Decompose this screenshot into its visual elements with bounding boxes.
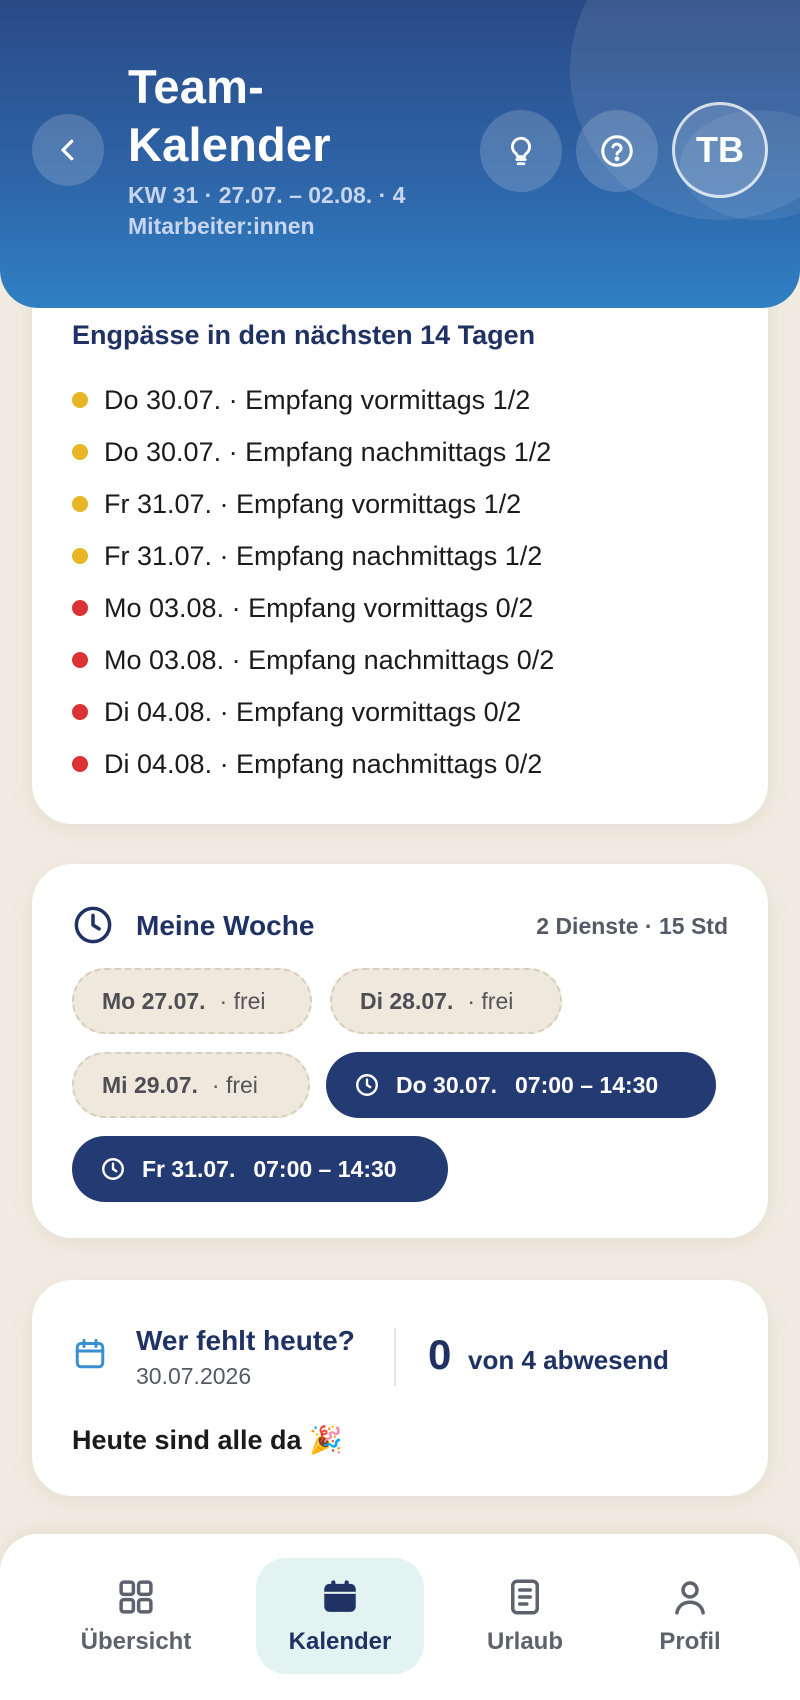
bottom-nav: Übersicht Kalender Urlaub Profil xyxy=(0,1534,800,1700)
shortages-list: Do 30.07. · Empfang vormittags 1/2 Do 30… xyxy=(72,374,554,790)
nav-item-kalender[interactable]: Kalender xyxy=(256,1558,424,1674)
chevron-left-icon xyxy=(61,139,74,161)
page-subtitle: KW 31 · 27.07. – 02.08. · 4 Mitarbeiter:… xyxy=(128,182,406,239)
my-week-summary: 2 Dienste · 15 Std xyxy=(536,913,728,939)
absent-title: Wer fehlt heute? xyxy=(136,1325,355,1356)
header-titles: Team-Kalender KW 31 · 27.07. – 02.08. · … xyxy=(128,58,458,242)
help-button[interactable] xyxy=(576,110,658,192)
chip-time: 07:00 – 14:30 xyxy=(253,1155,397,1182)
shortage-text: Do 30.07. · Empfang vormittags 1/2 xyxy=(104,384,531,415)
chip-day: Do 30.07. xyxy=(396,1071,497,1098)
document-icon xyxy=(511,1579,539,1615)
critical-dot xyxy=(72,600,88,616)
app-header: Team-Kalender KW 31 · 27.07. – 02.08. · … xyxy=(0,0,800,308)
nav-item-uebersicht[interactable]: Übersicht xyxy=(66,1558,206,1674)
day-chip-free[interactable]: Mo 27.07. · frei xyxy=(72,968,312,1034)
shortages-card: Engpässe in den nächsten 14 Tagen Do 30.… xyxy=(32,270,768,824)
clock-icon xyxy=(74,906,112,944)
chip-time: 07:00 – 14:30 xyxy=(515,1071,659,1098)
critical-dot xyxy=(72,652,88,668)
list-item: Di 04.08. · Empfang nachmittags 0/2 xyxy=(72,738,554,790)
chip-detail: · frei xyxy=(211,1071,258,1098)
calendar-icon xyxy=(75,1339,105,1369)
absent-message: Heute sind alle da 🎉 xyxy=(72,1425,343,1455)
nav-label: Übersicht xyxy=(80,1628,192,1655)
absent-count: 0 xyxy=(428,1331,452,1378)
my-week-title: Meine Woche xyxy=(136,910,315,941)
grid-icon xyxy=(119,1580,153,1614)
day-chip-shift[interactable]: Do 30.07. 07:00 – 14:30 xyxy=(326,1052,716,1118)
shortage-text: Mo 03.08. · Empfang nachmittags 0/2 xyxy=(104,644,555,675)
shortages-title: Engpässe in den nächsten 14 Tagen xyxy=(72,320,536,350)
avatar[interactable]: TB xyxy=(672,102,768,198)
nav-label: Urlaub xyxy=(486,1628,563,1655)
shortage-text: Mo 03.08. · Empfang vormittags 0/2 xyxy=(104,592,534,623)
chip-detail: · frei xyxy=(467,987,514,1014)
chip-day: Fr 31.07. xyxy=(142,1155,236,1182)
user-icon xyxy=(675,1581,705,1615)
list-item: Di 04.08. · Empfang vormittags 0/2 xyxy=(72,686,554,738)
nav-label: Kalender xyxy=(288,1628,392,1655)
list-item: Mo 03.08. · Empfang nachmittags 0/2 xyxy=(72,634,554,686)
list-item: Mo 03.08. · Empfang vormittags 0/2 xyxy=(72,582,554,634)
absent-of-label: von 4 abwesend xyxy=(468,1345,669,1375)
list-item: Fr 31.07. · Empfang vormittags 1/2 xyxy=(72,478,554,530)
warning-dot xyxy=(72,496,88,512)
list-item: Do 30.07. · Empfang vormittags 1/2 xyxy=(72,374,554,426)
day-chip-shift[interactable]: Fr 31.07. 07:00 – 14:30 xyxy=(72,1136,448,1202)
shortage-text: Di 04.08. · Empfang nachmittags 0/2 xyxy=(104,748,543,779)
nav-item-urlaub[interactable]: Urlaub xyxy=(472,1558,578,1674)
list-item: Fr 31.07. · Empfang nachmittags 1/2 xyxy=(72,530,554,582)
shortage-text: Di 04.08. · Empfang vormittags 0/2 xyxy=(104,696,522,727)
chip-detail: · frei xyxy=(219,987,266,1014)
absent-date: 30.07.2026 xyxy=(136,1363,252,1389)
nav-item-profil[interactable]: Profil xyxy=(640,1558,740,1674)
warning-dot xyxy=(72,548,88,564)
page-title: Team-Kalender xyxy=(128,60,331,171)
lightbulb-icon xyxy=(511,136,531,166)
nav-label: Profil xyxy=(659,1628,721,1655)
day-chip-free[interactable]: Mi 29.07. · frei xyxy=(72,1052,310,1118)
chip-day: Di 28.07. xyxy=(360,987,454,1014)
critical-dot xyxy=(72,704,88,720)
calendar-icon xyxy=(324,1580,356,1612)
warning-dot xyxy=(72,392,88,408)
list-item: Do 30.07. · Empfang nachmittags 1/2 xyxy=(72,426,554,478)
page: Team-Kalender KW 31 · 27.07. – 02.08. · … xyxy=(0,0,800,1700)
absent-today-card: Wer fehlt heute? 30.07.2026 0 von 4 abwe… xyxy=(32,1280,768,1496)
critical-dot xyxy=(72,756,88,772)
my-week-card: Meine Woche 2 Dienste · 15 Std Mo 27.07.… xyxy=(32,864,768,1238)
warning-dot xyxy=(72,444,88,460)
clock-icon xyxy=(102,1158,124,1180)
day-chip-free[interactable]: Di 28.07. · frei xyxy=(330,968,562,1034)
tips-button[interactable] xyxy=(480,110,562,192)
divider xyxy=(394,1328,396,1386)
chip-day: Mi 29.07. xyxy=(102,1071,198,1098)
help-icon xyxy=(601,135,633,167)
back-button[interactable] xyxy=(32,114,104,186)
clock-icon xyxy=(356,1074,378,1096)
shortage-text: Do 30.07. · Empfang nachmittags 1/2 xyxy=(104,436,552,467)
shortage-text: Fr 31.07. · Empfang vormittags 1/2 xyxy=(104,488,522,519)
shortage-text: Fr 31.07. · Empfang nachmittags 1/2 xyxy=(104,540,543,571)
chip-day: Mo 27.07. xyxy=(102,987,206,1014)
